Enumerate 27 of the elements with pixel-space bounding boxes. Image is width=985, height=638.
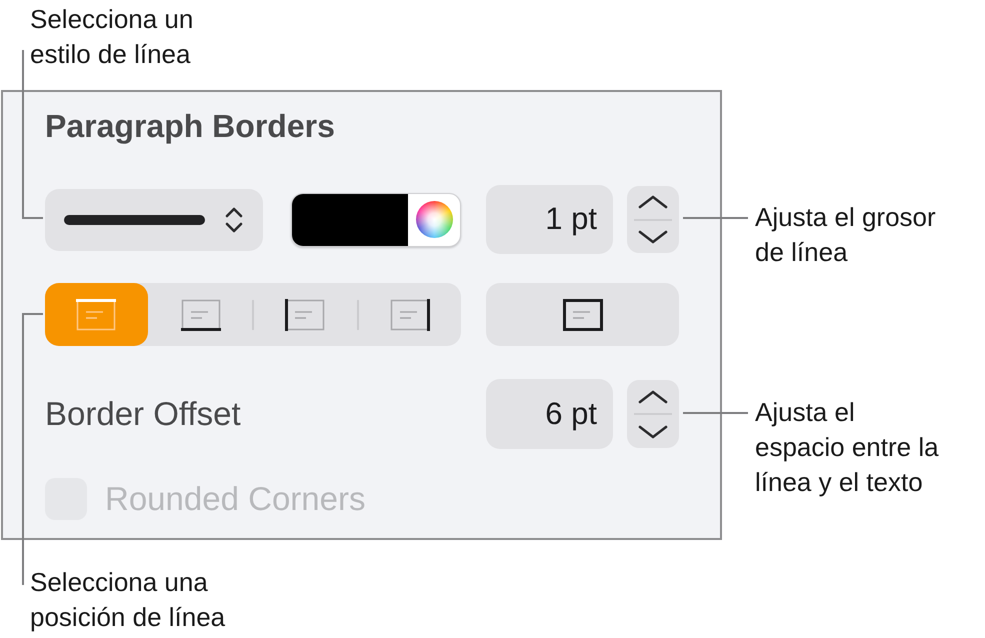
callout-text: Ajusta el grosor de línea — [755, 201, 936, 269]
right-border-icon — [390, 298, 430, 330]
color-well[interactable] — [291, 192, 461, 246]
leader-line — [683, 412, 748, 414]
border-offset-field[interactable]: 6 pt — [486, 379, 613, 449]
stepper[interactable] — [627, 186, 679, 253]
chevron-down-icon — [638, 230, 668, 244]
left-border-icon — [285, 298, 326, 330]
stepper[interactable] — [627, 380, 679, 448]
color-wheel-icon — [416, 201, 452, 238]
line-width-field[interactable]: 1 pt — [486, 185, 613, 254]
callout-text: Selecciona un estilo de línea — [30, 3, 194, 71]
border-offset-label: Border Offset — [45, 395, 241, 432]
callout-text: Ajusta el espacio entre la línea y el texto — [755, 396, 939, 499]
chevron-up-icon — [638, 195, 668, 210]
panel-title: Paragraph Borders — [45, 107, 335, 145]
box-border-icon — [562, 298, 602, 330]
outline-border-button[interactable] — [486, 283, 679, 346]
chevron-down-icon — [638, 424, 668, 438]
rounded-corners-label: Rounded Corners — [105, 479, 366, 519]
leader-line — [683, 217, 748, 219]
chevron-up-down-icon — [225, 206, 243, 234]
chevron-up-icon — [638, 390, 668, 404]
bottom-border-icon — [180, 298, 221, 330]
callout-text: Selecciona una posición de línea — [30, 566, 226, 634]
line-style-popup[interactable] — [45, 188, 263, 250]
top-border-icon — [76, 298, 116, 330]
